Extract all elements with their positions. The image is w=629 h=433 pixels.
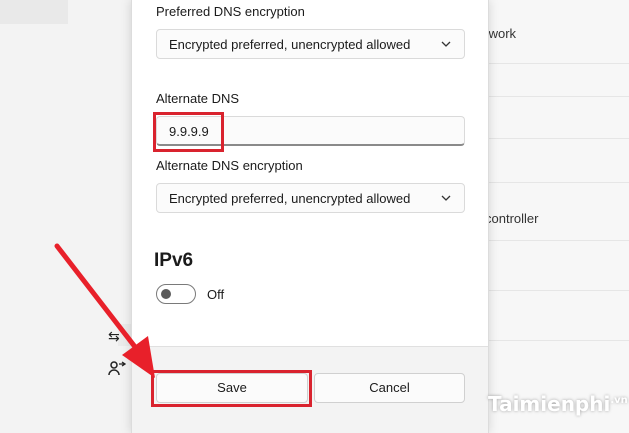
watermark-text: aimienphi [499,392,611,416]
watermark-suffix: .vn [610,395,628,406]
watermark-t-icon: T [488,392,500,416]
red-arrow-icon [54,243,155,378]
watermark-logo: Taimienphi.vn [488,392,628,416]
